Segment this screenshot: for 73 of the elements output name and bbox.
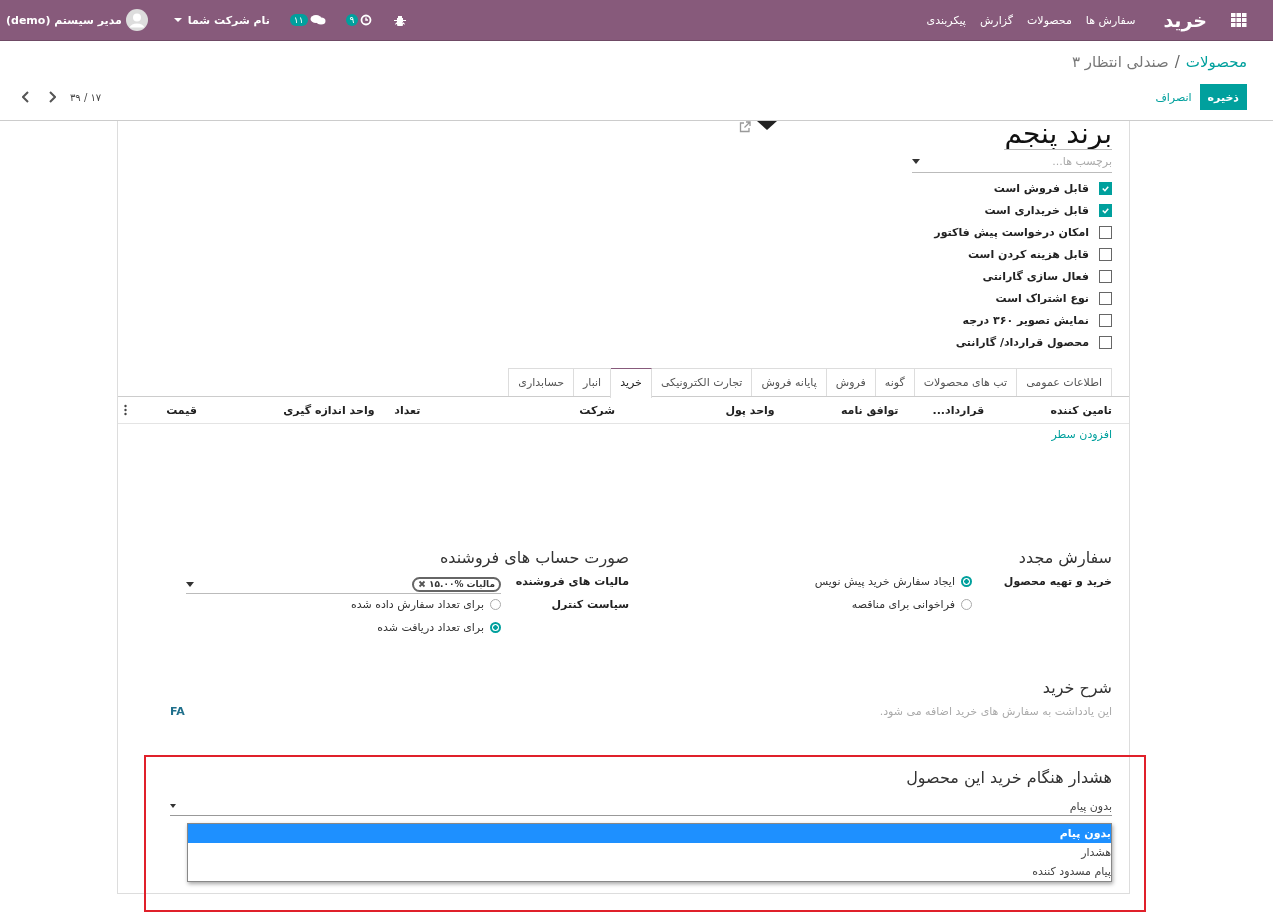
caret-icon xyxy=(912,158,920,164)
section-title: سفارش مجدد xyxy=(1017,548,1112,567)
column-options-icon[interactable] xyxy=(124,404,127,416)
language-button[interactable]: FA xyxy=(170,705,185,718)
company-switcher[interactable]: نام شرکت شما xyxy=(173,13,270,27)
remove-icon[interactable] xyxy=(418,580,426,588)
column-header[interactable]: شرکت xyxy=(420,403,615,417)
field-label: سیاست کنترل xyxy=(550,598,629,611)
pager-value: ۱۷ / ۳۹ xyxy=(70,91,102,103)
app-name[interactable]: خرید xyxy=(1163,9,1207,31)
checkbox-label: قابل خریداری است xyxy=(984,203,1089,217)
menu-item[interactable]: گزارش xyxy=(979,13,1013,27)
column-header[interactable]: توافق نامه xyxy=(774,403,899,417)
warning-select[interactable]: بدون پیام xyxy=(170,797,1112,816)
section-title: صورت حساب های فروشنده xyxy=(438,548,629,567)
column-header[interactable]: قرارداد... xyxy=(898,403,985,417)
column-header[interactable]: تعداد xyxy=(374,403,421,417)
checkbox[interactable] xyxy=(1099,291,1112,305)
radio-label: ایجاد سفارش خرید پیش نویس xyxy=(814,575,955,588)
field-label: مالیات های فروشنده xyxy=(514,575,629,588)
column-header[interactable]: قیمت xyxy=(127,403,197,417)
product-name-field[interactable]: برند پنجم xyxy=(1004,121,1112,150)
breadcrumb-separator: / xyxy=(1174,53,1180,71)
dropdown-option[interactable]: پیام مسدود کننده xyxy=(188,862,1111,881)
checkbox-label: نمایش تصویر ۳۶۰ درجه xyxy=(962,313,1089,327)
caret-icon xyxy=(170,804,176,808)
message-count: ۱۱ xyxy=(289,14,308,26)
previous-icon[interactable] xyxy=(22,91,30,103)
next-icon[interactable] xyxy=(48,91,56,103)
checkbox[interactable] xyxy=(1099,335,1112,349)
checkbox[interactable] xyxy=(1099,181,1112,195)
checkbox[interactable] xyxy=(1099,313,1112,327)
checkbox-label: قابل فروش است xyxy=(993,181,1089,195)
chat-icon xyxy=(309,14,326,26)
activity-count: ۹ xyxy=(345,14,359,26)
checkbox-label: امکان درخواست پیش فاکتور xyxy=(934,225,1089,239)
checkbox-label: فعال سازی گارانتی xyxy=(982,269,1089,283)
tax-tag: مالیات %۱۵.۰۰ xyxy=(412,576,501,592)
column-header[interactable]: واحد پول xyxy=(615,403,775,417)
section-title: شرح خرید xyxy=(1041,678,1112,697)
caret-icon[interactable] xyxy=(757,121,777,130)
checkbox[interactable] xyxy=(1099,225,1112,239)
avatar-icon xyxy=(125,9,148,31)
caret-icon xyxy=(186,581,194,587)
checkbox-label: قابل هزینه کردن است xyxy=(967,247,1089,261)
tab[interactable]: حسابداری xyxy=(508,368,575,396)
checkbox[interactable] xyxy=(1099,203,1112,217)
checkbox-label: نوع اشتراک است xyxy=(995,291,1089,305)
bug-icon[interactable] xyxy=(394,14,407,26)
checkbox-label: محصول قرارداد/ گارانتی xyxy=(955,335,1089,349)
column-header[interactable]: تامین کننده xyxy=(984,403,1112,417)
tab[interactable]: خرید xyxy=(610,368,652,398)
radio-button[interactable] xyxy=(961,576,972,587)
column-header[interactable]: واحد اندازه گیری xyxy=(196,403,375,417)
apps-menu-icon[interactable] xyxy=(1231,13,1247,27)
radio-label: فراخوانی برای مناقصه xyxy=(851,598,955,611)
radio-label: برای تعداد دریافت شده xyxy=(377,621,484,634)
dropdown-option[interactable]: هشدار xyxy=(188,843,1111,862)
menu-item[interactable]: پیکربندی xyxy=(926,13,966,27)
menu-item[interactable]: سفارش ها xyxy=(1085,13,1136,27)
checkbox[interactable] xyxy=(1099,247,1112,261)
clock-icon xyxy=(360,14,373,26)
taxes-field[interactable]: مالیات %۱۵.۰۰ xyxy=(186,575,501,594)
checkbox[interactable] xyxy=(1099,269,1112,283)
radio-button[interactable] xyxy=(490,622,501,633)
menu-item[interactable]: محصولات xyxy=(1027,13,1072,27)
external-link-icon[interactable] xyxy=(739,121,751,133)
field-label: خرید و تهیه محصول xyxy=(1002,575,1112,588)
breadcrumb-current: صندلی انتظار ۳ xyxy=(1072,53,1169,71)
tab[interactable]: اطلاعات عمومی xyxy=(1016,368,1112,396)
radio-label: برای تعداد سفارش داده شده xyxy=(350,598,484,611)
section-title: هشدار هنگام خرید این محصول xyxy=(905,768,1112,787)
user-menu[interactable]: مدیر سیستم (demo) xyxy=(6,13,122,27)
